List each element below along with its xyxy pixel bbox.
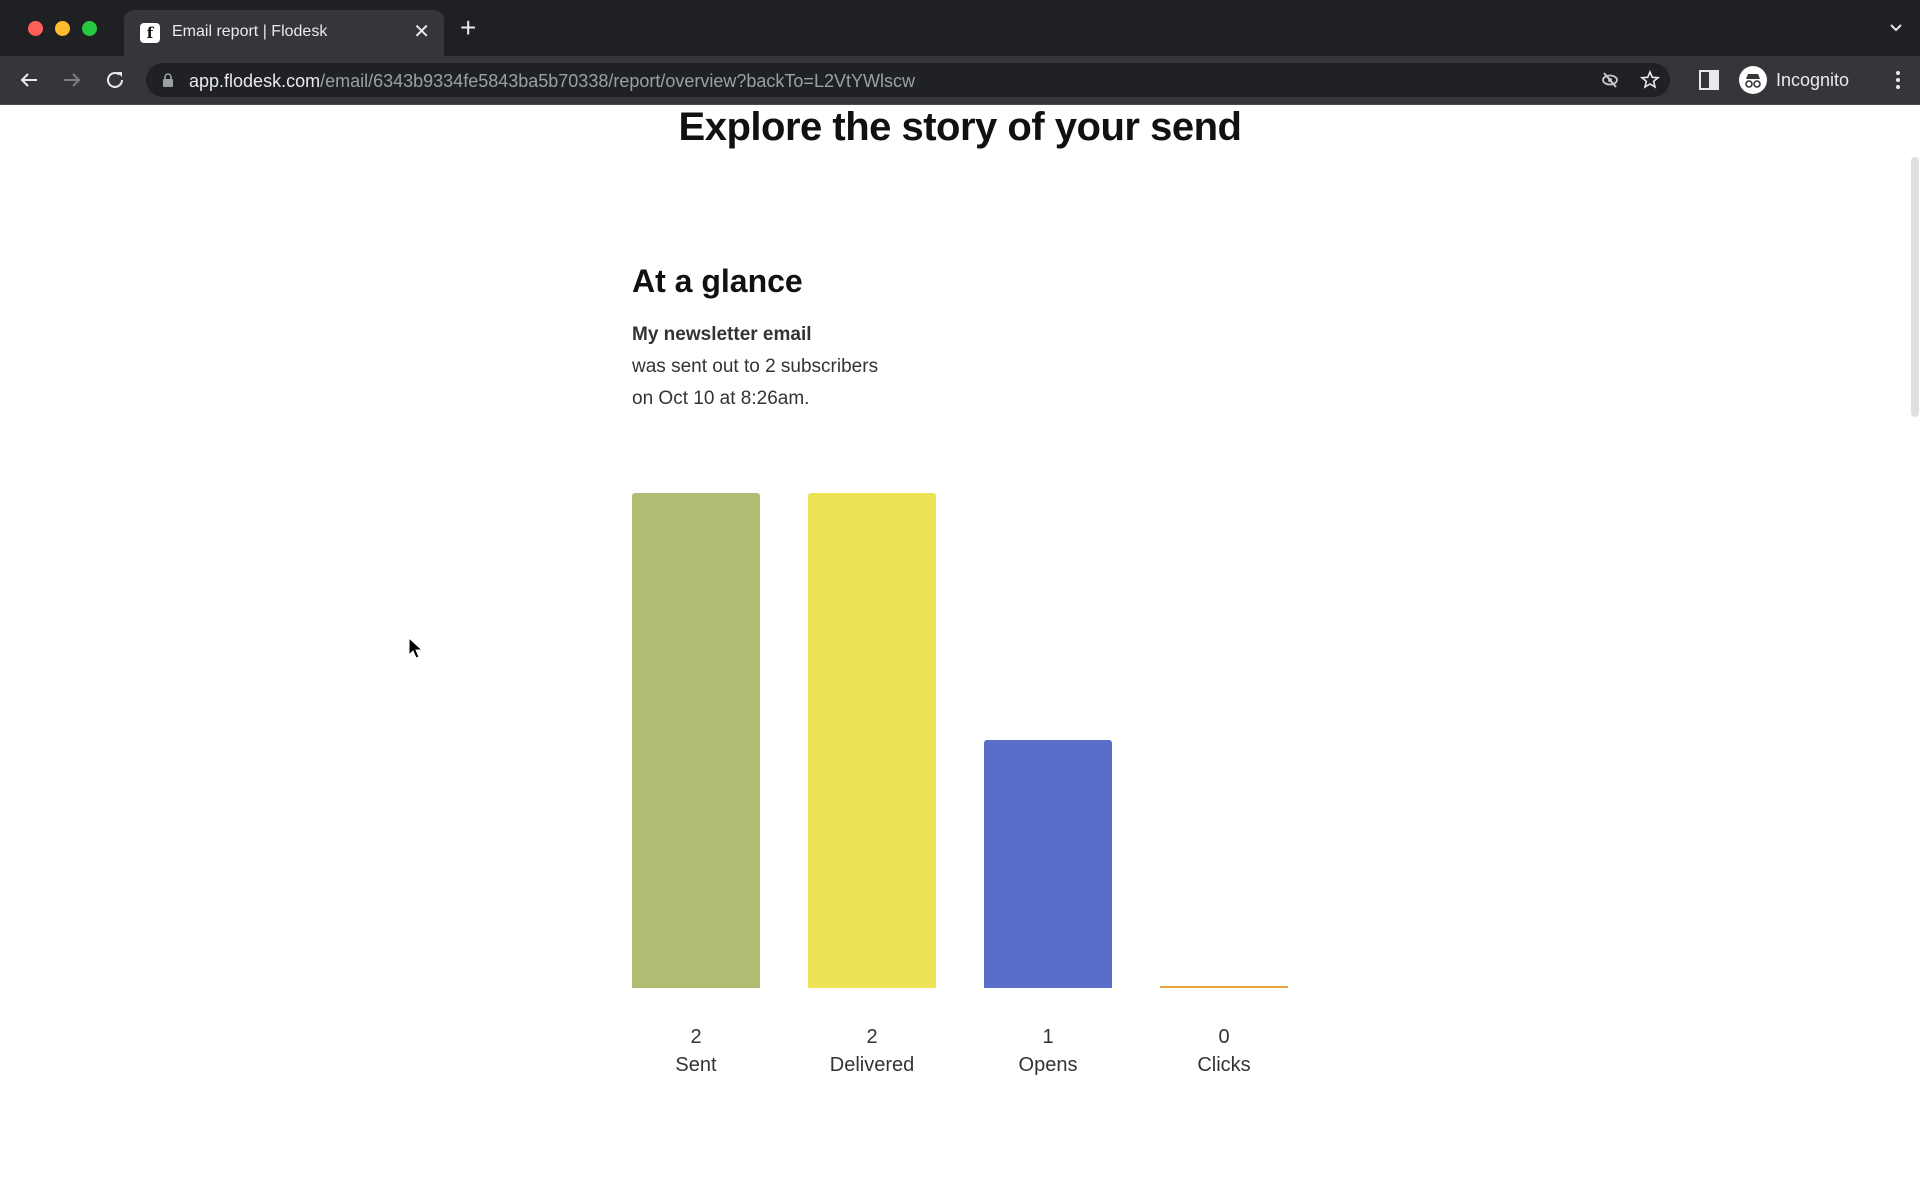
incognito-icon — [1739, 66, 1767, 94]
email-name: My newsletter email — [632, 324, 812, 345]
mouse-cursor-icon — [408, 636, 424, 661]
bar-label-opens: Opens — [1018, 1054, 1078, 1076]
browser-tab-active[interactable]: f Email report | Flodesk ✕ — [124, 10, 444, 56]
send-summary: My newsletter email was sent out to 2 su… — [632, 319, 878, 415]
maximize-window-button[interactable] — [82, 21, 97, 36]
bookmark-star-icon[interactable] — [1639, 69, 1661, 90]
page-scrollbar[interactable] — [1908, 105, 1920, 1200]
tracking-protection-eye-slash-icon[interactable] — [1600, 70, 1620, 90]
tab-search-chevron-down-icon[interactable] — [1888, 20, 1904, 36]
forward-arrow-icon[interactable] — [60, 68, 84, 92]
url-text[interactable]: app.flodesk.com/email/6343b9334fe5843ba5… — [189, 71, 915, 92]
flodesk-favicon-icon: f — [140, 23, 160, 43]
bar-sent — [632, 493, 760, 988]
bar-clicks — [1160, 986, 1288, 988]
bar-opens — [984, 740, 1112, 988]
send-summary-date: on Oct 10 at 8:26am. — [632, 388, 810, 409]
bar-label-clicks: Clicks — [1197, 1054, 1251, 1076]
browser-menu-kebab-icon[interactable] — [1894, 68, 1902, 92]
section-title-at-a-glance: At a glance — [632, 263, 803, 299]
incognito-profile-button[interactable]: Incognito — [1734, 62, 1864, 98]
bar-value-clicks: 0 — [1218, 1026, 1230, 1048]
lock-icon[interactable] — [162, 73, 174, 87]
address-bar[interactable]: app.flodesk.com/email/6343b9334fe5843ba5… — [146, 63, 1670, 97]
side-panel-icon[interactable] — [1698, 69, 1720, 91]
url-path: /email/6343b9334fe5843ba5b70338/report/o… — [320, 71, 915, 91]
profile-label: Incognito — [1776, 70, 1850, 90]
send-summary-recipients: was sent out to 2 subscribers — [632, 356, 879, 377]
browser-titlebar: f Email report | Flodesk ✕ + — [0, 0, 1920, 56]
bar-delivered — [808, 493, 936, 988]
reload-icon[interactable] — [103, 68, 127, 92]
page-scrollbar-thumb[interactable] — [1911, 157, 1919, 417]
report-page: Explore the story of your send At a glan… — [0, 105, 1920, 1200]
tab-close-icon[interactable]: ✕ — [413, 20, 430, 44]
url-host: app.flodesk.com — [189, 71, 321, 91]
new-tab-button[interactable]: + — [460, 14, 476, 42]
back-arrow-icon[interactable] — [17, 68, 41, 92]
tab-title: Email report | Flodesk — [172, 23, 328, 40]
page-heading: Explore the story of your send — [678, 105, 1242, 149]
bar-value-delivered: 2 — [866, 1026, 878, 1048]
close-window-button[interactable] — [28, 21, 43, 36]
bar-label-sent: Sent — [675, 1054, 717, 1076]
bar-label-delivered: Delivered — [829, 1054, 915, 1076]
minimize-window-button[interactable] — [55, 21, 70, 36]
browser-toolbar: app.flodesk.com/email/6343b9334fe5843ba5… — [0, 56, 1920, 105]
engagement-bar-chart: 2 Sent 2 Delivered 1 Opens 0 Clicks — [632, 493, 1292, 1193]
bar-value-opens: 1 — [1042, 1026, 1054, 1048]
bar-value-sent: 2 — [690, 1026, 702, 1048]
